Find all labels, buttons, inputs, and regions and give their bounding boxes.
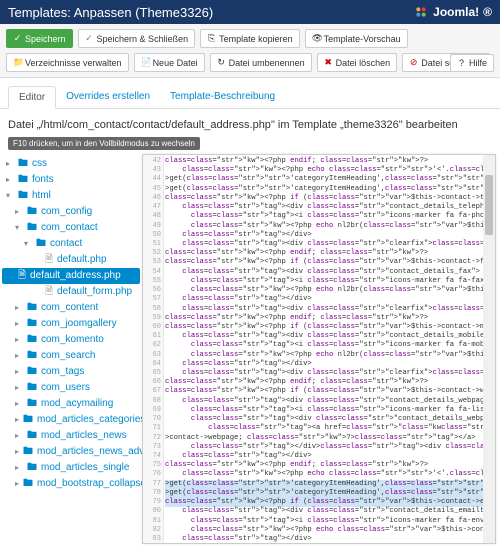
code-line[interactable]: class=class="str">"kw"><?php echo nl2br(… xyxy=(165,286,495,295)
manage-folders-button[interactable]: 📁Verzeichnisse verwalten xyxy=(6,53,129,72)
copy-icon: ⎘ xyxy=(207,33,216,44)
file-contact[interactable]: ▾ 🖿contact xyxy=(6,236,140,252)
joomla-brand: Joomla!® xyxy=(413,4,492,20)
delete-icon: ✖ xyxy=(324,57,333,68)
code-line[interactable]: class=class="str">"kw"><?php echo class=… xyxy=(165,526,495,535)
code-editor[interactable]: 4243444546474849505152535455565758596061… xyxy=(142,154,496,544)
code-line[interactable]: class=class="str">"tag"><i class=class="… xyxy=(165,212,495,221)
code-line[interactable]: class=class="str">"tag"><div class=class… xyxy=(165,203,495,212)
file-icon: 📄 xyxy=(141,57,150,68)
help-button[interactable]: ?Hilfe xyxy=(450,54,494,72)
code-line[interactable]: class=class="str">"kw"><?php if (class=c… xyxy=(165,258,495,267)
delete-file-button[interactable]: ✖Datei löschen xyxy=(317,53,398,72)
code-line[interactable]: >contact->webpage; class=class="str">"kw… xyxy=(165,434,495,443)
file-html[interactable]: ▾ 🖿html xyxy=(6,188,140,204)
check-icon: ✓ xyxy=(13,33,22,44)
save-close-button[interactable]: ✓Speichern & Schließen xyxy=(78,29,196,48)
code-line[interactable]: class=class="str">"kw"><?php endif; clas… xyxy=(165,157,495,166)
folder-mod-articles-single[interactable]: ▸ 🖿mod_articles_single xyxy=(6,460,140,476)
new-file-button[interactable]: 📄Neue Datei xyxy=(134,53,205,72)
code-line[interactable]: class=class="str">"tag"></div> xyxy=(165,295,495,304)
folder-com-tags[interactable]: ▸ 🖿com_tags xyxy=(6,364,140,380)
tab-editor[interactable]: Editor xyxy=(8,86,56,109)
folder-mod-articles-news-adv[interactable]: ▸ 🖿mod_articles_news_adv xyxy=(6,444,140,460)
code-line[interactable]: >get(class=class="str">"str">'categoryIt… xyxy=(165,480,495,489)
rename-file-button[interactable]: ↻Datei umbenennen xyxy=(210,53,312,72)
folder-mod-acymailing[interactable]: ▸ 🖿mod_acymailing xyxy=(6,396,140,412)
toolbar: ✓Speichern ✓Speichern & Schließen ⎘Templ… xyxy=(0,24,500,78)
code-line[interactable]: class=class="str">"kw"><?php if (class=c… xyxy=(165,323,495,332)
code-line[interactable]: class=class="str">"tag"><div class=class… xyxy=(165,369,495,378)
code-line[interactable]: class=class="str">"tag"><i class=class="… xyxy=(165,406,495,415)
scrollbar-thumb[interactable] xyxy=(485,175,493,235)
folder-com-content[interactable]: ▸ 🖿com_content xyxy=(6,300,140,316)
folder-mod-articles-categories[interactable]: ▸ 🖿mod_articles_categories xyxy=(6,412,140,428)
code-line[interactable]: class=class="str">"tag"></div> xyxy=(165,231,495,240)
code-line[interactable]: class=class="str">"tag"><a href=class="s… xyxy=(165,424,495,433)
file-default-php[interactable]: 🗎default.php xyxy=(6,252,140,268)
code-line[interactable]: class=class="str">"tag"><div class=class… xyxy=(165,415,495,424)
code-line[interactable]: >get(class=class="str">"str">'categoryIt… xyxy=(165,185,495,194)
file-default-form-php[interactable]: 🗎default_form.php xyxy=(6,284,140,300)
code-line[interactable]: class=class="str">"tag"><i class=class="… xyxy=(165,341,495,350)
code-line[interactable]: class=class="str">"kw"><?php echo class=… xyxy=(165,166,495,175)
code-line[interactable]: class=class="str">"tag"><div class=class… xyxy=(165,397,495,406)
file-default-address-php[interactable]: 🗎default_address.php xyxy=(2,268,140,284)
code-line[interactable]: class=class="str">"tag"></div>class=clas… xyxy=(165,443,495,452)
file-com-contact[interactable]: ▾ 🖿com_contact xyxy=(6,220,140,236)
page-title: Templates: Anpassen (Theme3326) xyxy=(8,5,213,20)
joomla-icon xyxy=(413,4,429,20)
code-content[interactable]: class=class="str">"kw"><?php endif; clas… xyxy=(161,155,495,543)
refresh-icon: ↻ xyxy=(217,57,226,68)
tabs: Editor Overrides erstellen Template-Besc… xyxy=(0,78,500,109)
check-icon: ✓ xyxy=(85,33,94,44)
file-tree: ▸ 🖿css▸ 🖿fonts▾ 🖿html▸ 🖿com_config▾ 🖿com… xyxy=(0,154,140,494)
code-line[interactable]: class=class="str">"tag"></div> xyxy=(165,535,495,543)
folder-mod-articles-news[interactable]: ▸ 🖿mod_articles_news xyxy=(6,428,140,444)
fullscreen-hint: F10 drücken, um in den Vollbildmodus zu … xyxy=(8,137,200,150)
folder-icon: 📁 xyxy=(13,57,22,68)
code-line[interactable]: class=class="str">"tag"><div class=class… xyxy=(165,240,495,249)
code-line[interactable]: class=class="str">"tag"></div> xyxy=(165,452,495,461)
folder-mod-bootstrap-collapse[interactable]: ▸ 🖿mod_bootstrap_collapse xyxy=(6,476,140,492)
cancel-icon: ⊘ xyxy=(409,57,418,68)
folder-com-komento[interactable]: ▸ 🖿com_komento xyxy=(6,332,140,348)
code-line[interactable]: class=class="str">"kw"><?php endif; clas… xyxy=(165,378,495,387)
code-line[interactable]: class=class="str">"tag"><div class=class… xyxy=(165,305,495,314)
tab-overrides[interactable]: Overrides erstellen xyxy=(56,86,160,108)
main-area: ▸ 🖿css▸ 🖿fonts▾ 🖿html▸ 🖿com_config▾ 🖿com… xyxy=(0,154,500,548)
code-line[interactable]: class=class="str">"kw"><?php echo nl2br(… xyxy=(165,222,495,231)
code-line[interactable]: class=class="str">"kw"><?php endif; clas… xyxy=(165,461,495,470)
code-line[interactable]: >get(class=class="str">"str">'categoryIt… xyxy=(165,489,495,498)
eye-icon: 👁 xyxy=(312,33,321,44)
code-line[interactable]: class=class="str">"tag"><i class=class="… xyxy=(165,517,495,526)
folder-com-config[interactable]: ▸ 🖿com_config xyxy=(6,204,140,220)
code-line[interactable]: class=class="str">"tag"><div class=class… xyxy=(165,332,495,341)
code-line[interactable]: class=class="str">"tag"><div class=class… xyxy=(165,268,495,277)
help-icon: ? xyxy=(457,58,466,68)
code-line[interactable]: class=class="str">"kw"><?php if (class=c… xyxy=(165,194,495,203)
folder-com-users[interactable]: ▸ 🖿com_users xyxy=(6,380,140,396)
admin-header: Templates: Anpassen (Theme3326) Joomla!® xyxy=(0,0,500,24)
tab-description[interactable]: Template-Beschreibung xyxy=(160,86,285,108)
save-button[interactable]: ✓Speichern xyxy=(6,29,73,48)
code-line[interactable]: class=class="str">"kw"><?php endif; clas… xyxy=(165,249,495,258)
code-line[interactable]: class=class="str">"tag"><i class=class="… xyxy=(165,277,495,286)
code-line[interactable]: class=class="str">"kw"><?php echo nl2br(… xyxy=(165,351,495,360)
code-line[interactable]: class=class="str">"kw"><?php if (class=c… xyxy=(165,387,495,396)
code-line[interactable]: class=class="str">"tag"><div class=class… xyxy=(165,507,495,516)
folder-css[interactable]: ▸ 🖿css xyxy=(6,156,140,172)
preview-button[interactable]: 👁Template-Vorschau xyxy=(305,29,408,48)
copy-template-button[interactable]: ⎘Template kopieren xyxy=(200,29,300,48)
code-line[interactable]: class=class="str">"tag"></div> xyxy=(165,360,495,369)
code-line[interactable]: class=class="str">"kw"><?php endif; clas… xyxy=(165,314,495,323)
folder-com-search[interactable]: ▸ 🖿com_search xyxy=(6,348,140,364)
code-line[interactable]: class=class="str">"kw"><?php if (class=c… xyxy=(165,498,495,507)
folder-com-joomgallery[interactable]: ▸ 🖿com_joomgallery xyxy=(6,316,140,332)
code-line[interactable]: >get(class=class="str">"str">'categoryIt… xyxy=(165,175,495,184)
scrollbar[interactable] xyxy=(483,155,495,543)
folder-fonts[interactable]: ▸ 🖿fonts xyxy=(6,172,140,188)
code-line[interactable]: class=class="str">"kw"><?php echo class=… xyxy=(165,470,495,479)
editing-file-label: Datei „/html/com_contact/contact/default… xyxy=(0,109,500,137)
